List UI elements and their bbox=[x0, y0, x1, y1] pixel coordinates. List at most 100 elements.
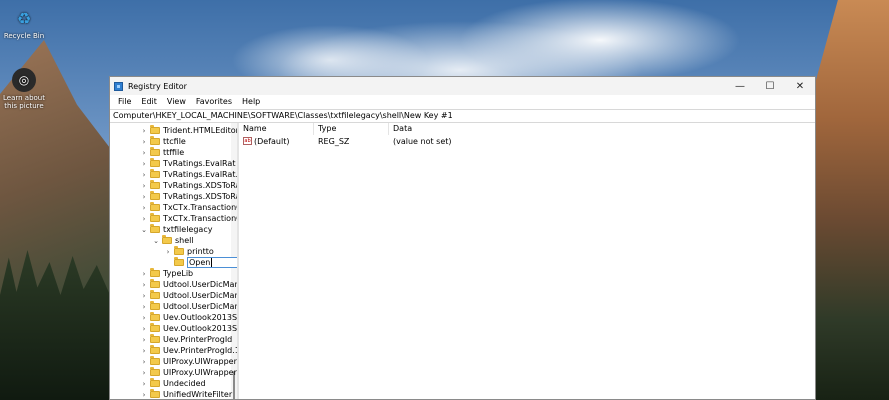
column-header-name[interactable]: Name bbox=[239, 123, 314, 135]
tree-item[interactable]: › Uev.Outlook2013Sign bbox=[140, 312, 237, 323]
tree-item-label: Trident.HTMLEditor.1 bbox=[163, 126, 239, 135]
chevron-right-icon[interactable]: › bbox=[140, 292, 148, 300]
tree-item-label: Udtool.UserDicManag bbox=[163, 280, 237, 289]
folder-icon bbox=[150, 323, 160, 332]
list-header: Name Type Data bbox=[239, 123, 815, 135]
tree-item[interactable]: ⌄ shell bbox=[152, 235, 194, 246]
folder-icon bbox=[150, 136, 160, 145]
tree-item[interactable]: › Udtool.UserDicManag bbox=[140, 279, 237, 290]
tree-item-label: Uev.PrinterProgId bbox=[163, 335, 233, 344]
recycle-bin-icon: ♻ bbox=[16, 8, 32, 28]
chevron-right-icon[interactable]: › bbox=[140, 325, 148, 333]
rename-input[interactable]: Open bbox=[187, 257, 237, 268]
tree-item[interactable]: › UIProxy.UIWrapper.1 bbox=[140, 367, 239, 378]
chevron-right-icon[interactable]: › bbox=[140, 182, 148, 190]
chevron-right-icon[interactable]: › bbox=[140, 149, 148, 157]
tree-item[interactable]: › UIProxy.UIWrapper bbox=[140, 356, 237, 367]
value-row[interactable]: ab (Default) REG_SZ (value not set) bbox=[239, 135, 815, 147]
registry-editor-icon bbox=[114, 81, 123, 91]
chevron-right-icon[interactable]: › bbox=[140, 193, 148, 201]
tree-item[interactable]: › Udtool.UserDicManag bbox=[140, 290, 237, 301]
chevron-right-icon[interactable]: › bbox=[140, 391, 148, 399]
menu-file[interactable]: File bbox=[113, 95, 136, 109]
tree-item[interactable]: › Undecided bbox=[140, 378, 206, 389]
chevron-right-icon[interactable]: › bbox=[140, 127, 148, 135]
window-title: Registry Editor bbox=[128, 81, 187, 91]
chevron-right-icon[interactable]: › bbox=[140, 171, 148, 179]
tree-item[interactable]: › Uev.Outlook2013Sign bbox=[140, 323, 238, 334]
desktop-icon-learn-about-picture[interactable]: ◎ Learn about this picture bbox=[0, 68, 48, 110]
chevron-right-icon[interactable]: › bbox=[140, 138, 148, 146]
folder-icon bbox=[150, 279, 160, 288]
tree-item[interactable]: › ttffile bbox=[140, 147, 184, 158]
camera-icon: ◎ bbox=[12, 68, 36, 92]
tree-item-label: UIProxy.UIWrapper.1 bbox=[163, 368, 239, 377]
tree-item[interactable]: › TypeLib bbox=[140, 268, 193, 279]
folder-icon bbox=[150, 312, 160, 321]
chevron-right-icon[interactable]: › bbox=[140, 314, 148, 322]
menu-view[interactable]: View bbox=[162, 95, 191, 109]
folder-icon bbox=[162, 235, 172, 244]
desktop-icon-label: Recycle Bin bbox=[3, 32, 45, 40]
tree-item[interactable]: ⌄ txtfilelegacy bbox=[140, 224, 212, 235]
tree-item-label: TxCTx.TransactionCont bbox=[163, 214, 237, 223]
key-tree-pane[interactable]: › Trident.HTMLEditor.1 › ttcfile › ttffile › Tv… bbox=[110, 123, 239, 399]
chevron-right-icon[interactable]: › bbox=[140, 270, 148, 278]
chevron-right-icon[interactable]: › bbox=[164, 248, 172, 256]
registry-editor-window: Registry Editor — ☐ ✕ File Edit View Fav… bbox=[109, 76, 816, 400]
chevron-right-icon[interactable]: › bbox=[140, 358, 148, 366]
chevron-right-icon[interactable]: › bbox=[140, 380, 148, 388]
maximize-button[interactable]: ☐ bbox=[755, 77, 785, 95]
chevron-right-icon[interactable]: › bbox=[140, 303, 148, 311]
value-type: REG_SZ bbox=[318, 136, 350, 146]
tree-item-label: Udtool.UserDicManag bbox=[163, 291, 237, 300]
tree-item[interactable]: › ttcfile bbox=[140, 136, 186, 147]
column-header-data[interactable]: Data bbox=[389, 123, 539, 135]
menu-edit[interactable]: Edit bbox=[136, 95, 162, 109]
desktop-icon-recycle-bin[interactable]: ♻ Recycle Bin bbox=[0, 6, 48, 41]
chevron-right-icon[interactable]: › bbox=[140, 347, 148, 355]
menu-bar: File Edit View Favorites Help bbox=[110, 95, 815, 109]
column-header-type[interactable]: Type bbox=[314, 123, 389, 135]
title-bar[interactable]: Registry Editor — ☐ ✕ bbox=[110, 77, 815, 95]
tree-item-label: printto bbox=[187, 247, 214, 256]
tree-item-label: ttcfile bbox=[163, 137, 186, 146]
tree-item-label: Uev.Outlook2013Sign bbox=[163, 324, 238, 333]
menu-help[interactable]: Help bbox=[237, 95, 265, 109]
chevron-down-icon[interactable]: ⌄ bbox=[140, 226, 148, 234]
folder-icon bbox=[174, 246, 184, 255]
values-list-pane[interactable]: Name Type Data ab (Default) REG_SZ (valu… bbox=[239, 123, 815, 399]
minimize-button[interactable]: — bbox=[725, 77, 755, 95]
tree-item-rename[interactable]: Open bbox=[164, 257, 237, 268]
folder-icon bbox=[150, 213, 160, 222]
tree-item-label: Undecided bbox=[163, 379, 206, 388]
chevron-right-icon[interactable]: › bbox=[140, 204, 148, 212]
tree-item[interactable]: › Udtool.UserDicManag bbox=[140, 301, 237, 312]
tree-item-label: UnifiedWriteFilter bbox=[163, 390, 233, 399]
tree-item[interactable]: › TvRatings.EvalRat.1 bbox=[140, 169, 237, 180]
rename-text: Open bbox=[189, 258, 211, 267]
address-bar[interactable]: Computer\HKEY_LOCAL_MACHINE\SOFTWARE\Cla… bbox=[110, 109, 815, 123]
tree-item[interactable]: › TvRatings.XDSToRat.1 bbox=[140, 191, 237, 202]
tree-item[interactable]: › TxCTx.TransactionCont bbox=[140, 202, 237, 213]
folder-icon bbox=[150, 378, 160, 387]
tree-item[interactable]: › UnifiedWriteFilter bbox=[140, 389, 232, 399]
tree-item-label: UIProxy.UIWrapper bbox=[163, 357, 237, 366]
chevron-right-icon[interactable]: › bbox=[140, 215, 148, 223]
chevron-right-icon[interactable]: › bbox=[140, 369, 148, 377]
tree-item[interactable]: › Uev.PrinterProgId.1 bbox=[140, 345, 237, 356]
tree-item[interactable]: › printto bbox=[164, 246, 214, 257]
chevron-right-icon[interactable]: › bbox=[140, 281, 148, 289]
folder-icon bbox=[150, 125, 160, 134]
tree-item[interactable]: › TvRatings.EvalRat bbox=[140, 158, 235, 169]
chevron-right-icon[interactable]: › bbox=[140, 160, 148, 168]
close-button[interactable]: ✕ bbox=[785, 77, 815, 95]
folder-icon bbox=[150, 301, 160, 310]
tree-item[interactable]: › Uev.PrinterProgId bbox=[140, 334, 232, 345]
tree-item[interactable]: › TxCTx.TransactionCont bbox=[140, 213, 237, 224]
tree-item[interactable]: › TvRatings.XDSToRat bbox=[140, 180, 237, 191]
chevron-right-icon[interactable]: › bbox=[140, 336, 148, 344]
chevron-down-icon[interactable]: ⌄ bbox=[152, 237, 160, 245]
menu-favorites[interactable]: Favorites bbox=[191, 95, 237, 109]
tree-item[interactable]: › Trident.HTMLEditor.1 bbox=[140, 125, 239, 136]
